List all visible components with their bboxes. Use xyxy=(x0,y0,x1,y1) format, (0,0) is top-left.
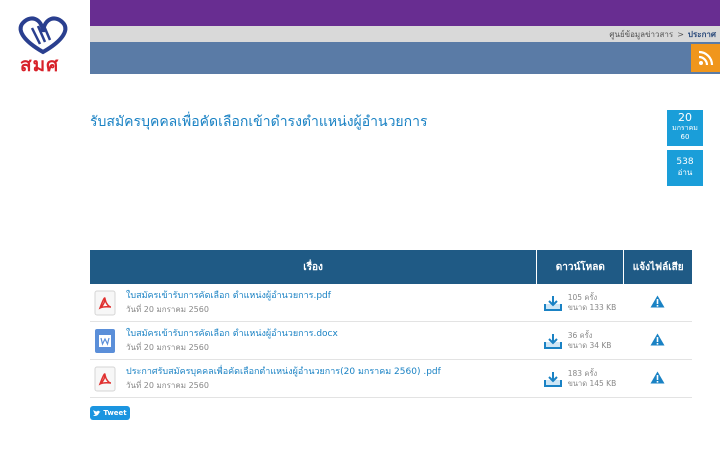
file-link[interactable]: ใบสมัครเข้ารับการคัดเลือก ตำแหน่งผู้อำนว… xyxy=(126,328,338,340)
table-row: ประกาศรับสมัครบุคคลเพื่อคัดเลือกตำแหน่งผ… xyxy=(90,359,692,398)
header-top-band xyxy=(90,0,720,26)
file-date: วันที่ 20 มกราคม 2560 xyxy=(126,380,209,390)
tweet-button[interactable]: Tweet xyxy=(90,406,130,420)
warning-triangle-icon[interactable] xyxy=(650,295,665,308)
warning-triangle-icon[interactable] xyxy=(650,333,665,346)
logo-text: สมศ xyxy=(20,54,60,76)
file-cell: ประกาศรับสมัครบุคคลเพื่อคัดเลือกตำแหน่งผ… xyxy=(90,359,537,398)
column-header-download: ดาวน์โหลด xyxy=(536,250,625,284)
read-label: อ่าน xyxy=(677,168,693,177)
pdf-file-icon xyxy=(94,366,116,391)
attachments-table: เรื่อง ดาวน์โหลด แจ้งไฟล์เสีย ใบสมัครเข้… xyxy=(90,250,692,398)
file-date: วันที่ 20 มกราคม 2560 xyxy=(126,342,209,352)
column-header-report: แจ้งไฟล์เสีย xyxy=(623,250,692,284)
download-count: 183 ครั้ง xyxy=(567,368,598,378)
file-size: ขนาด 133 KB xyxy=(567,302,617,312)
date-year: 60 xyxy=(680,133,690,141)
header-nav-band xyxy=(90,42,720,74)
twitter-bird-icon xyxy=(93,409,101,416)
download-count: 105 ครั้ง xyxy=(567,292,598,302)
date-month: มกราคม xyxy=(672,124,698,132)
tweet-label: Tweet xyxy=(103,409,127,417)
report-cell xyxy=(623,284,692,322)
file-cell: ใบสมัครเข้ารับการคัดเลือก ตำแหน่งผู้อำนว… xyxy=(90,321,537,360)
warning-triangle-icon[interactable] xyxy=(650,371,665,384)
report-cell xyxy=(623,359,692,398)
date-day: 20 xyxy=(678,111,692,124)
download-cell: 36 ครั้ง ขนาด 34 KB xyxy=(536,321,624,360)
download-count: 36 ครั้ง xyxy=(567,330,593,340)
download-button[interactable]: 36 ครั้ง ขนาด 34 KB xyxy=(537,331,624,351)
page-title: รับสมัครบุคคลเพื่อคัดเลือกเข้าดำรงตำแหน่… xyxy=(90,114,428,130)
file-link[interactable]: ประกาศรับสมัครบุคคลเพื่อคัดเลือกตำแหน่งผ… xyxy=(126,366,441,378)
table-row: ใบสมัครเข้ารับการคัดเลือก ตำแหน่งผู้อำนว… xyxy=(90,321,692,360)
download-button[interactable]: 183 ครั้ง ขนาด 145 KB xyxy=(537,369,624,389)
file-date: วันที่ 20 มกราคม 2560 xyxy=(126,304,209,314)
download-cell: 183 ครั้ง ขนาด 145 KB xyxy=(536,359,624,398)
rss-icon xyxy=(698,50,713,66)
table-header-row: เรื่อง ดาวน์โหลด แจ้งไฟล์เสีย xyxy=(90,250,692,284)
breadcrumb: ศูนย์ข้อมูลข่าวสาร > ประกาศ xyxy=(609,28,716,41)
breadcrumb-parent-link[interactable]: ศูนย์ข้อมูลข่าวสาร xyxy=(609,30,673,39)
rss-button[interactable] xyxy=(691,44,720,72)
file-link[interactable]: ใบสมัครเข้ารับการคัดเลือก ตำแหน่งผู้อำนว… xyxy=(126,290,331,302)
breadcrumb-current: ประกาศ xyxy=(687,30,716,39)
file-size: ขนาด 34 KB xyxy=(567,340,612,350)
download-tray-icon xyxy=(543,333,562,349)
pdf-file-icon xyxy=(94,290,116,315)
download-button[interactable]: 105 ครั้ง ขนาด 133 KB xyxy=(537,293,624,313)
download-tray-icon xyxy=(543,295,562,311)
file-cell: ใบสมัครเข้ารับการคัดเลือก ตำแหน่งผู้อำนว… xyxy=(90,284,537,322)
column-header-name: เรื่อง xyxy=(90,250,538,284)
read-count-badge: 538 อ่าน xyxy=(667,150,703,186)
breadcrumb-separator: > xyxy=(677,30,684,39)
word-file-icon xyxy=(95,328,115,353)
download-cell: 105 ครั้ง ขนาด 133 KB xyxy=(536,284,624,322)
read-count: 538 xyxy=(676,157,694,167)
table-row: ใบสมัครเข้ารับการคัดเลือก ตำแหน่งผู้อำนว… xyxy=(90,284,692,322)
date-badge: 20 มกราคม 60 xyxy=(667,110,703,146)
report-cell xyxy=(623,321,692,360)
file-size: ขนาด 145 KB xyxy=(567,378,617,388)
download-tray-icon xyxy=(543,371,562,387)
